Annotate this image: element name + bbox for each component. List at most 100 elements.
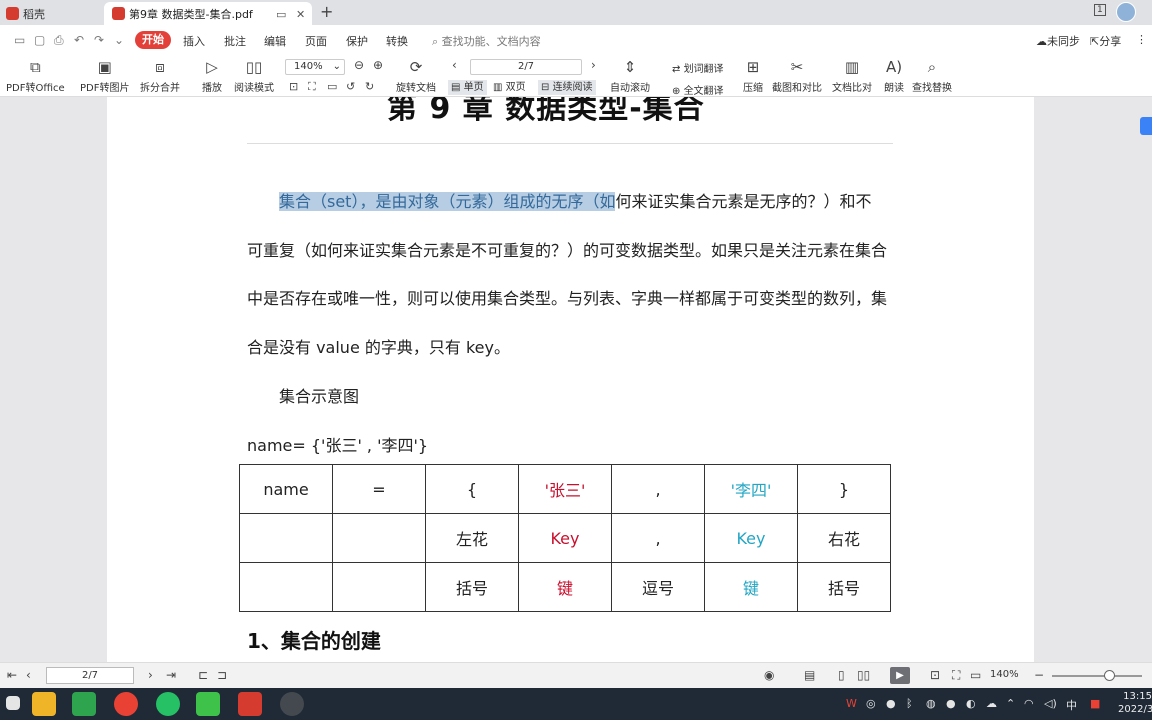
more-options-icon[interactable]: ⋮ — [1136, 33, 1147, 46]
menu-page[interactable]: 页面 — [305, 33, 327, 49]
fit-width-icon[interactable]: ▭ — [970, 668, 981, 682]
prev-page-icon[interactable]: ‹ — [26, 668, 31, 682]
print-icon[interactable]: ⎙ — [54, 33, 64, 48]
ime-app-icon[interactable]: ■ — [1090, 697, 1100, 710]
next-page-icon[interactable]: › — [148, 668, 153, 682]
forward-icon[interactable]: ⊐ — [217, 668, 227, 682]
continuous-icon: ⊟ — [541, 82, 553, 93]
menu-insert[interactable]: 插入 — [183, 33, 205, 49]
loader-app-icon[interactable] — [156, 692, 180, 716]
continuous-read-button[interactable]: ⊟ 连续阅读 — [538, 80, 596, 95]
search-input[interactable]: ⌕ 查找功能、文档内容 — [432, 33, 541, 49]
tray-security-icon[interactable]: ◍ — [926, 697, 936, 710]
first-page-icon[interactable]: ⇤ — [7, 668, 17, 682]
play-icon: ▷ — [206, 58, 218, 76]
obs-icon[interactable] — [280, 692, 304, 716]
compress-button[interactable]: ⊞ 压缩 — [742, 57, 764, 94]
eye-protect-icon[interactable]: ◉ — [764, 668, 774, 682]
zoom-select[interactable]: 140% ⌄ — [285, 59, 345, 75]
wechat-icon[interactable] — [196, 692, 220, 716]
screenshot-compare-button[interactable]: ✂ 截图和对比 — [772, 57, 822, 94]
start-icon[interactable] — [6, 696, 20, 710]
wps-icon[interactable] — [238, 692, 262, 716]
open-folder-icon[interactable]: ▭ — [14, 33, 25, 47]
tab-close-icon[interactable]: ✕ — [296, 8, 305, 21]
tray-expand-icon[interactable]: ⌃ — [1006, 697, 1015, 710]
volume-icon[interactable]: ◁) — [1044, 697, 1057, 710]
share-button[interactable]: ⇱分享 — [1090, 33, 1121, 49]
rotate-doc-button[interactable]: ⟳ 旋转文档 — [396, 57, 436, 94]
sync-button[interactable]: ☁未同步 — [1036, 33, 1080, 49]
wps-tray-icon[interactable]: W — [846, 697, 857, 710]
page-view-icon[interactable]: ▤ — [804, 668, 815, 682]
tab-home[interactable]: 稻壳 — [0, 2, 100, 25]
find-replace-button[interactable]: ⌕ 查找替换 — [912, 57, 952, 94]
zoom-out-icon[interactable]: ⊖ — [354, 58, 364, 72]
system-clock[interactable]: 13:15 2022/3 — [1118, 690, 1152, 716]
pdf-to-office-button[interactable]: ⧉ PDF转Office — [6, 57, 65, 94]
zoom-slider[interactable] — [1052, 675, 1142, 677]
next-page-icon[interactable]: › — [591, 58, 596, 72]
tray-chat-icon[interactable]: ● — [886, 697, 896, 710]
file-explorer-icon[interactable] — [32, 692, 56, 716]
back-icon[interactable]: ⊏ — [198, 668, 208, 682]
tab-pin-icon[interactable]: ▭ — [276, 8, 286, 21]
side-assistant-icon[interactable] — [1140, 117, 1152, 135]
zoom-slider-handle[interactable] — [1104, 670, 1115, 681]
read-aloud-button[interactable]: A) 朗读 — [883, 57, 905, 94]
bluetooth-icon[interactable]: ᛒ — [906, 697, 913, 710]
ime-indicator[interactable]: 中 — [1066, 697, 1077, 713]
word-translate-button[interactable]: ⇄ 划词翻译 — [672, 60, 724, 75]
window-layout-icon[interactable]: 1 — [1094, 4, 1106, 16]
full-translate-button[interactable]: ⊕ 全文翻译 — [672, 82, 724, 97]
rotate-left-icon[interactable]: ↺ — [346, 80, 355, 93]
tray-network-icon[interactable]: ◐ — [966, 697, 976, 710]
pdf-to-image-button[interactable]: ▣ PDF转图片 — [80, 57, 129, 94]
tray-green-icon[interactable]: ● — [946, 697, 956, 710]
undo-icon[interactable]: ↶ — [74, 33, 84, 47]
double-page-icon[interactable]: ▯▯ — [857, 668, 870, 682]
menu-convert[interactable]: 转换 — [386, 33, 408, 49]
save-icon[interactable]: ▢ — [34, 33, 45, 47]
doc-compare-button[interactable]: ▥ 文档比对 — [832, 57, 872, 94]
zoom-level[interactable]: 140% — [990, 669, 1019, 680]
quick-access-menu-icon[interactable]: ⌄ — [114, 33, 124, 47]
play-button[interactable]: ▷ 播放 — [201, 57, 223, 94]
document-viewport[interactable]: 第 9 章 数据类型-集合 集合（set），是由对象（元素）组成的无序（如何来证… — [0, 97, 1152, 662]
media-player-icon[interactable] — [72, 692, 96, 716]
split-merge-button[interactable]: ⧈ 拆分合并 — [140, 57, 180, 94]
avatar[interactable] — [1116, 2, 1136, 22]
prev-page-icon[interactable]: ‹ — [452, 58, 457, 72]
auto-scroll-button[interactable]: ⇕ 自动滚动 — [610, 57, 650, 94]
read-mode-button[interactable]: ▯▯ 阅读模式 — [234, 57, 274, 94]
menu-start[interactable]: 开始 — [135, 31, 171, 49]
new-tab-button[interactable]: + — [320, 2, 333, 21]
menu-protect[interactable]: 保护 — [346, 33, 368, 49]
fit-width-icon[interactable]: ▭ — [327, 80, 337, 93]
menu-annotate[interactable]: 批注 — [224, 33, 246, 49]
fit-page-icon[interactable]: ⛶ — [308, 80, 316, 94]
table-cell — [332, 513, 426, 563]
pdf-to-office-icon: ⧉ — [29, 58, 41, 76]
tray-app-icon[interactable]: ◎ — [866, 697, 876, 710]
tab-document[interactable]: 第9章 数据类型-集合.pdf ▭ ✕ — [104, 2, 312, 25]
tray-cloud-icon[interactable]: ☁ — [986, 697, 997, 710]
double-page-button[interactable]: ▥ 双页 — [490, 80, 529, 95]
page-number-input[interactable]: 2/7 — [470, 59, 582, 75]
text-selection[interactable]: 集合（set），是由对象（元素）组成的无序（如 — [279, 192, 616, 211]
rotate-right-icon[interactable]: ↻ — [365, 80, 374, 93]
last-page-icon[interactable]: ⇥ — [166, 668, 176, 682]
actual-size-icon[interactable]: ⊡ — [930, 668, 940, 682]
actual-size-icon[interactable]: ⊡ — [289, 80, 298, 93]
fit-page-icon[interactable]: ⛶ — [952, 668, 960, 683]
chrome-icon[interactable] — [114, 692, 138, 716]
menu-edit[interactable]: 编辑 — [264, 33, 286, 49]
zoom-out-icon[interactable]: − — [1034, 668, 1044, 682]
single-page-icon[interactable]: ▯ — [838, 668, 845, 682]
single-page-button[interactable]: ▤ 单页 — [448, 80, 487, 95]
redo-icon[interactable]: ↷ — [94, 33, 104, 47]
wifi-icon[interactable]: ◠ — [1024, 697, 1034, 710]
play-button[interactable]: ▶ — [890, 667, 910, 684]
page-number-input[interactable]: 2/7 — [46, 667, 134, 684]
zoom-in-icon[interactable]: ⊕ — [373, 58, 383, 72]
